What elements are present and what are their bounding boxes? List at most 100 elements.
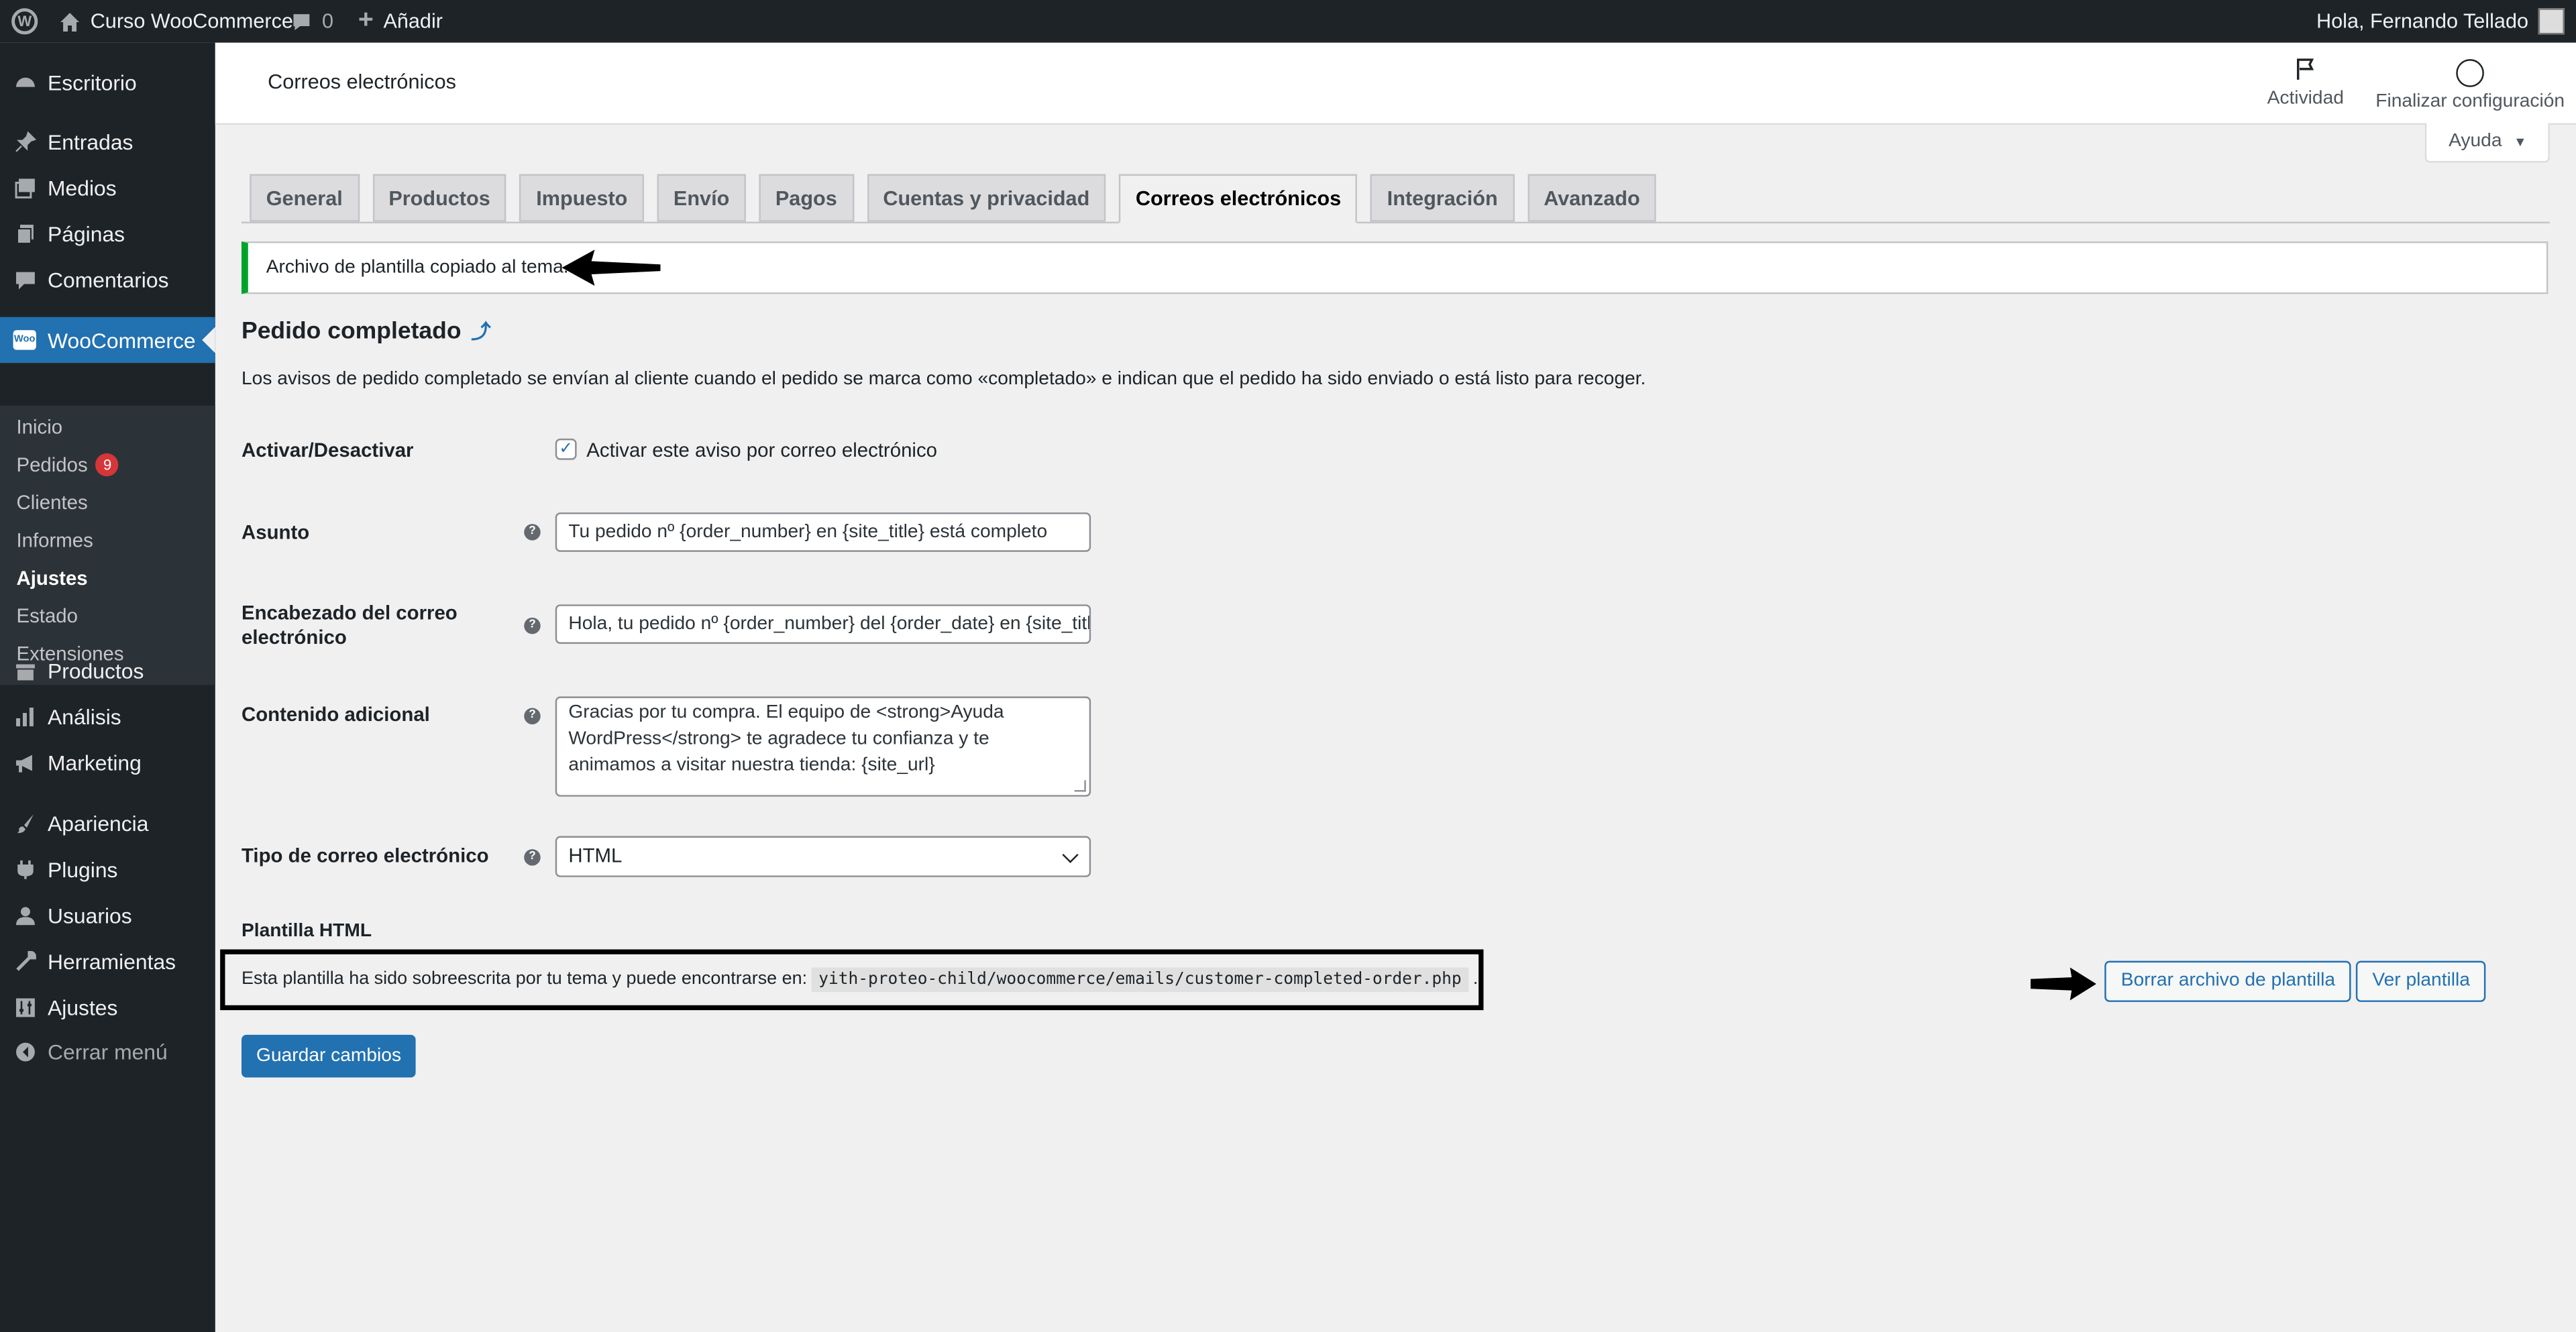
delete-template-button[interactable]: Borrar archivo de plantilla [2104, 960, 2352, 1002]
comments-link[interactable]: 0 [290, 0, 333, 43]
media-icon [13, 176, 36, 199]
email-type-select[interactable]: HTML [555, 836, 1091, 877]
current-menu-arrow [202, 327, 215, 353]
flag-icon [2267, 56, 2344, 85]
menu-label: Herramientas [48, 948, 176, 974]
woocommerce-icon: Woo [13, 329, 36, 351]
submenu-item-informes[interactable]: Informes [16, 529, 93, 552]
heading-input[interactable]: Hola, tu pedido nº {order_number} del {o… [555, 604, 1091, 645]
admin-bar: W Curso WooCommerce 0 + Añadir Hola, Fer… [0, 0, 2576, 43]
menu-label: WooCommerce [48, 327, 196, 353]
menu-item-marketing[interactable]: Marketing [0, 739, 215, 785]
tab-correos-electronicos[interactable]: Correos electrónicos [1119, 174, 1358, 224]
menu-label: Cerrar menú [48, 1038, 168, 1064]
menu-item-productos[interactable]: Productos [0, 647, 215, 693]
help-tab-button[interactable]: Ayuda ▼ [2425, 123, 2550, 163]
tab-impuesto[interactable]: Impuesto [519, 174, 644, 222]
additional-content-textarea[interactable]: Gracias por tu compra. El equipo de <str… [555, 696, 1091, 797]
chevron-down-icon [1062, 846, 1079, 863]
account-menu[interactable]: Hola, Fernando Tellado [2316, 0, 2565, 43]
finish-setup-button[interactable]: Finalizar configuración [2375, 56, 2565, 112]
tools-icon [13, 950, 36, 973]
finish-setup-label: Finalizar configuración [2375, 92, 2565, 112]
enable-checkbox-label: Activar este aviso por correo electrónic… [586, 438, 938, 462]
submenu-item-estado[interactable]: Estado [16, 604, 77, 627]
pages-icon [13, 222, 36, 245]
submenu-item-ajustes[interactable]: Ajustes [16, 567, 87, 590]
submenu-item-pedidos[interactable]: Pedidos 9 [16, 453, 119, 477]
help-tooltip-icon[interactable]: ? [524, 708, 541, 725]
home-icon [60, 11, 80, 31]
avatar [2538, 8, 2565, 35]
page-title: Correos electrónicos [268, 70, 456, 94]
menu-item-analisis[interactable]: Análisis [0, 693, 215, 739]
menu-label: Páginas [48, 221, 125, 246]
template-title: Plantilla HTML [241, 921, 372, 942]
tab-cuentas-privacidad[interactable]: Cuentas y privacidad [866, 174, 1106, 222]
menu-item-ajustes[interactable]: Ajustes [0, 984, 215, 1030]
tab-envio[interactable]: Envío [657, 174, 746, 222]
menu-label: Productos [48, 657, 144, 683]
help-tooltip-icon[interactable]: ? [524, 524, 541, 541]
admin-sidebar: Escritorio Entradas Medios Páginas Comen… [0, 42, 215, 1332]
back-up-icon[interactable]: ⤴ [471, 321, 490, 343]
menu-item-comentarios[interactable]: Comentarios [0, 256, 215, 302]
menu-item-woocommerce[interactable]: Woo WooCommerce [0, 317, 215, 364]
menu-item-escritorio[interactable]: Escritorio [0, 59, 215, 105]
activity-label: Actividad [2267, 89, 2344, 109]
help-label: Ayuda [2449, 131, 2502, 152]
menu-item-paginas[interactable]: Páginas [0, 210, 215, 256]
wordpress-logo[interactable]: W [11, 0, 38, 43]
users-icon [13, 903, 36, 926]
tab-integracion[interactable]: Integración [1371, 174, 1515, 222]
enable-checkbox[interactable]: ✓ [555, 438, 577, 460]
site-name: Curso WooCommerce [90, 9, 293, 33]
heading-label: Encabezado del correo electrónico [241, 601, 458, 649]
menu-label: Apariencia [48, 810, 149, 836]
resize-handle-icon[interactable] [1074, 780, 1086, 792]
menu-item-herramientas[interactable]: Herramientas [0, 938, 215, 984]
subject-input[interactable]: Tu pedido nº {order_number} en {site_tit… [555, 512, 1091, 552]
section-title: Pedido completado ⤴ [241, 317, 491, 345]
analytics-icon [13, 705, 36, 728]
tab-productos[interactable]: Productos [372, 174, 507, 222]
template-path: yith-proteo-child/woocommerce/emails/cus… [812, 967, 1468, 993]
tab-pagos[interactable]: Pagos [759, 174, 854, 222]
subject-label: Asunto [241, 520, 310, 544]
tab-general[interactable]: General [250, 174, 360, 222]
marketing-icon [13, 751, 36, 773]
textarea-value: Gracias por tu compra. El equipo de <str… [568, 703, 1004, 775]
collapse-icon [13, 1040, 36, 1062]
submenu-label: Pedidos [16, 453, 88, 477]
wordpress-icon: W [11, 8, 38, 35]
notice-text: Archivo de plantilla copiado al tema. [266, 258, 569, 278]
woocommerce-submenu: Inicio Pedidos 9 Clientes Informes Ajuste… [0, 405, 215, 685]
submenu-item-clientes[interactable]: Clientes [16, 491, 87, 514]
caret-down-icon: ▼ [2514, 134, 2527, 150]
add-new-link[interactable]: + Añadir [358, 0, 443, 43]
activity-button[interactable]: Actividad [2267, 56, 2344, 109]
menu-item-usuarios[interactable]: Usuarios [0, 892, 215, 938]
save-changes-button[interactable]: Guardar cambios [241, 1034, 417, 1078]
tab-avanzado[interactable]: Avanzado [1527, 174, 1657, 222]
menu-label: Escritorio [48, 70, 137, 95]
view-template-button[interactable]: Ver plantilla [2355, 960, 2487, 1002]
woocommerce-header: Correos electrónicos Actividad Finalizar… [215, 42, 2576, 125]
section-description: Los avisos de pedido completado se envía… [241, 370, 1646, 390]
menu-item-apariencia[interactable]: Apariencia [0, 800, 215, 846]
site-name-link[interactable]: Curso WooCommerce [59, 0, 293, 43]
help-tooltip-icon[interactable]: ? [524, 617, 541, 634]
help-tooltip-icon[interactable]: ? [524, 849, 541, 866]
menu-item-entradas[interactable]: Entradas [0, 118, 215, 164]
template-override-text: Esta plantilla ha sido sobreescrita por … [241, 967, 1478, 993]
plus-icon: + [358, 6, 374, 35]
submenu-item-inicio[interactable]: Inicio [16, 416, 62, 439]
menu-item-medios[interactable]: Medios [0, 164, 215, 211]
comment-bubble-icon [293, 13, 310, 30]
menu-label: Análisis [48, 704, 121, 729]
settings-icon [13, 995, 36, 1018]
menu-item-plugins[interactable]: Plugins [0, 846, 215, 892]
menu-item-cerrar-menu[interactable]: Cerrar menú [0, 1028, 215, 1074]
products-icon [13, 659, 36, 681]
orders-count-badge: 9 [95, 453, 119, 477]
